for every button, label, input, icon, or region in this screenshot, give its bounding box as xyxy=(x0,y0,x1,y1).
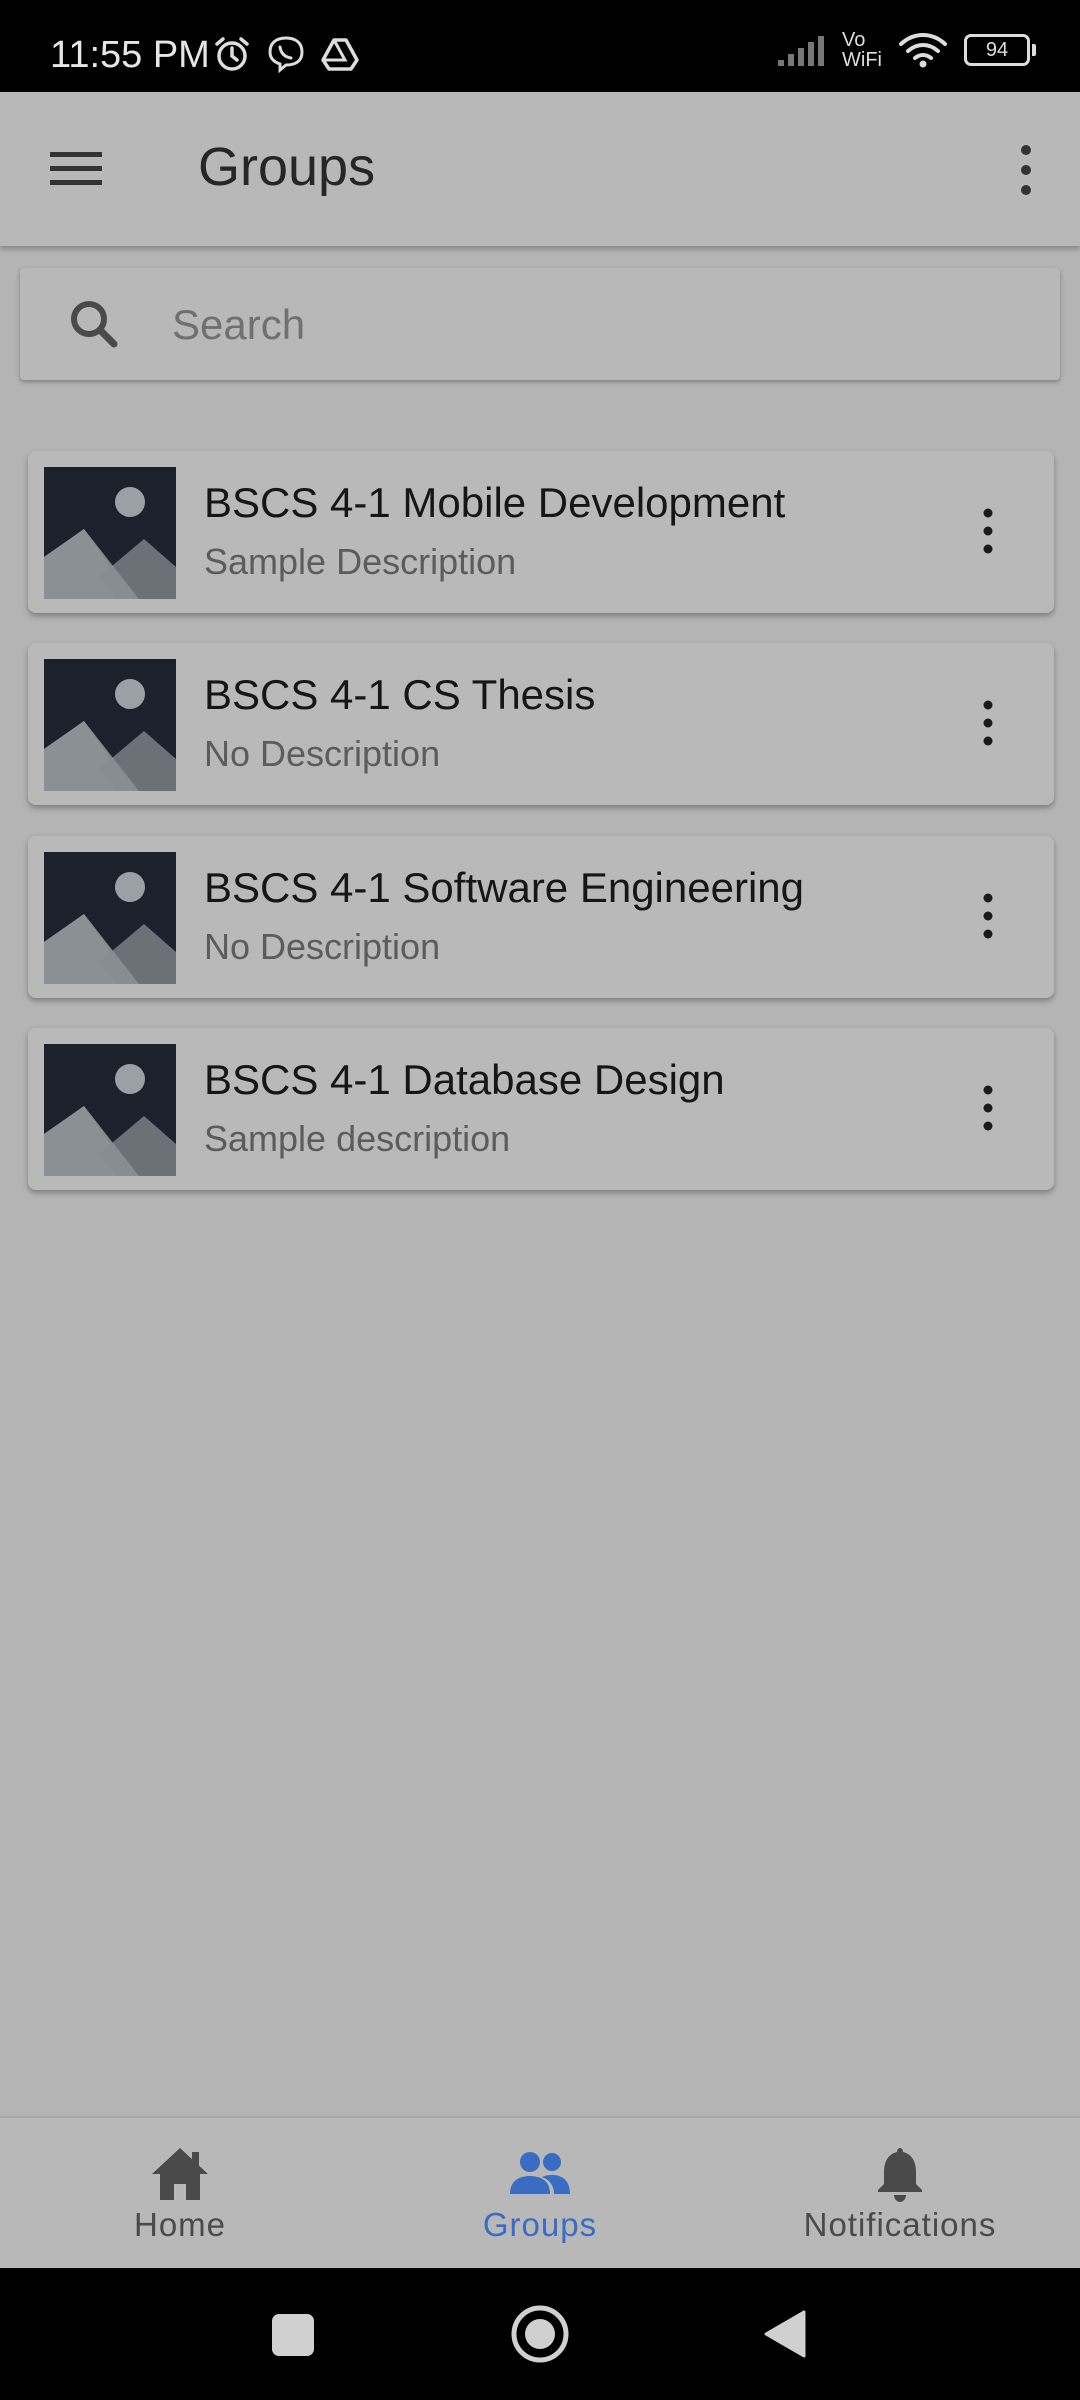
image-placeholder-icon xyxy=(44,467,176,599)
nav-label-notifications: Notifications xyxy=(803,2206,997,2243)
nav-label-groups: Groups xyxy=(482,2206,598,2243)
home-button-icon[interactable] xyxy=(510,2304,570,2364)
group-description: No Description xyxy=(204,733,441,774)
vowifi-top: Vo xyxy=(842,29,866,51)
more-vert-icon[interactable] xyxy=(976,507,1000,555)
search-input[interactable] xyxy=(170,290,1034,360)
group-card[interactable]: BSCS 4-1 Software Engineering No Descrip… xyxy=(28,836,1054,998)
group-description: Sample description xyxy=(204,1118,511,1159)
status-bar: 11:55 PM Vo WiFi 94 xyxy=(0,0,1080,92)
menu-icon[interactable] xyxy=(50,146,102,190)
bell-icon xyxy=(878,2148,922,2202)
groups-icon xyxy=(510,2152,570,2194)
status-left-icons xyxy=(212,34,360,74)
group-title: BSCS 4-1 Database Design xyxy=(204,1056,725,1103)
app-bar: Groups xyxy=(0,92,1080,246)
group-description: Sample Description xyxy=(204,541,517,582)
viber-icon xyxy=(268,36,304,74)
more-vert-icon[interactable] xyxy=(976,892,1000,940)
group-title: BSCS 4-1 Mobile Development xyxy=(204,479,786,526)
vowifi-bottom: WiFi xyxy=(842,49,882,71)
back-icon[interactable] xyxy=(762,2308,808,2360)
recent-apps-icon[interactable] xyxy=(270,2312,316,2358)
battery-icon: 94 xyxy=(964,34,1036,66)
group-title: BSCS 4-1 Software Engineering xyxy=(204,864,804,911)
group-card[interactable]: BSCS 4-1 CS Thesis No Description xyxy=(28,643,1054,805)
group-description: No Description xyxy=(204,926,441,967)
nav-item-home[interactable]: Home xyxy=(0,2118,360,2270)
wifi-icon xyxy=(899,33,947,68)
nav-item-notifications[interactable]: Notifications xyxy=(720,2118,1080,2270)
group-title: BSCS 4-1 CS Thesis xyxy=(204,671,596,718)
group-card[interactable]: BSCS 4-1 Mobile Development Sample Descr… xyxy=(28,451,1054,613)
bottom-navigation: Home Groups Notifications xyxy=(0,2116,1080,2270)
signal-icon xyxy=(778,36,825,66)
vowifi-indicator: Vo WiFi xyxy=(842,30,882,70)
system-navigation-bar xyxy=(0,2268,1080,2400)
search-bar xyxy=(20,268,1060,380)
more-vert-icon[interactable] xyxy=(1008,142,1044,198)
drive-icon xyxy=(321,38,359,71)
image-placeholder-icon xyxy=(44,659,176,791)
more-vert-icon[interactable] xyxy=(976,699,1000,747)
image-placeholder-icon xyxy=(44,852,176,984)
image-placeholder-icon xyxy=(44,1044,176,1176)
nav-item-groups[interactable]: Groups xyxy=(360,2118,720,2270)
home-icon xyxy=(152,2148,208,2200)
nav-label-home: Home xyxy=(133,2206,227,2243)
page-title: Groups xyxy=(198,137,376,197)
status-right-icons: Vo WiFi 94 xyxy=(776,30,1036,70)
more-vert-icon[interactable] xyxy=(976,1084,1000,1132)
status-time: 11:55 PM xyxy=(50,34,210,76)
search-icon xyxy=(71,301,118,348)
group-card[interactable]: BSCS 4-1 Database Design Sample descript… xyxy=(28,1028,1054,1190)
alarm-icon xyxy=(215,37,249,71)
